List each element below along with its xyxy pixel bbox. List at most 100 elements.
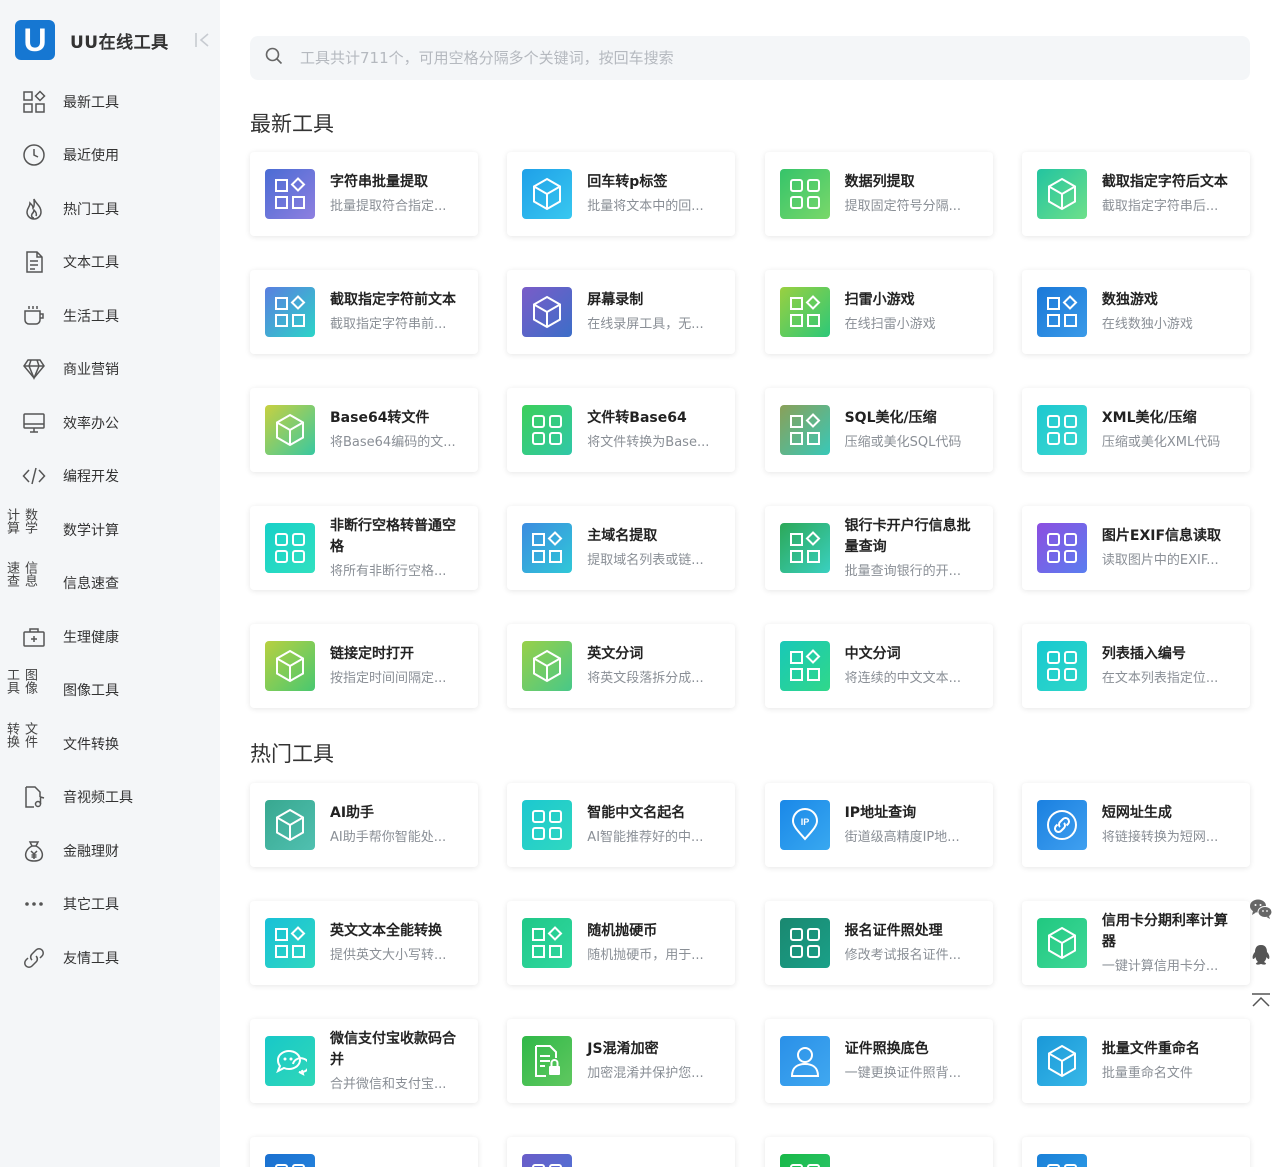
tool-card[interactable]: 随机抛硬币 随机抛硬币，用于... [507,901,736,985]
tool-icon-tile [522,641,573,691]
tool-icon-tile [779,1154,830,1167]
tool-name: 短网址生成 [1101,805,1172,821]
search-input[interactable] [300,49,1200,67]
tool-icon-tile [1036,800,1087,850]
tool-card[interactable]: 主域名提取 提取域名列表或链... [507,506,736,590]
sidebar-item-code[interactable]: 编程开发 [0,450,220,504]
tool-description: 按指定时间间隔定... [330,671,447,686]
tool-card[interactable]: 手机号码归属地批量 [764,1137,993,1167]
tool-description: 加密混淆并保护您... [587,1066,704,1081]
tool-card[interactable]: 智能中文名起名 AI智能推荐好的中... [507,783,736,867]
tool-card[interactable]: 批量文件重命名 批量重命名文件 [1021,1019,1250,1103]
tool-card[interactable]: IP IP地址查询 街道级高精度IP地... [764,783,993,867]
diamond-icon [22,357,46,381]
sidebar-item-more-dots[interactable]: 其它工具 [0,878,220,932]
wechat-button[interactable] [1246,886,1276,932]
tool-info: 非断行空格转普通空格 将所有非断行空格... [330,516,468,581]
tool-card[interactable]: 图片批量压缩 [507,1137,736,1167]
tool-card[interactable]: 扫雷小游戏 在线扫雷小游戏 [764,270,993,354]
sidebar-item-money-bag[interactable]: 金融理财 [0,824,220,878]
brand[interactable]: U UU在线工具 [15,20,169,60]
sidebar-item-medical-kit[interactable]: 生理健康 [0,610,220,664]
tool-card[interactable]: 列表插入编号 在文本列表指定位... [1021,624,1250,708]
tool-card[interactable]: 英文文本全能转换 提供英文大小写转... [250,901,478,985]
grid-icon [788,1162,822,1167]
tool-icon-tile [522,523,573,573]
sidebar-item-math-text[interactable]: 数学计算 数学计算 [0,503,220,557]
tool-card[interactable]: 网络剪贴板 [250,1137,478,1167]
tool-card[interactable]: 截取指定字符前文本 截取指定字符串前... [250,270,478,354]
tool-info: 信用卡分期利率计算器 一键计算信用卡分... [1102,911,1240,976]
tool-card[interactable]: SQL美化/压缩 压缩或美化SQL代码 [764,388,993,472]
tool-card[interactable]: 微信支付宝收款码合并 合并微信和支付宝... [250,1019,478,1103]
grid-icon [1045,531,1079,565]
sidebar-item-info-text[interactable]: 信息速查 信息速查 [0,557,220,611]
tool-name: 文件转Base64 [587,410,687,426]
sidebar-item-file-text[interactable]: 文件转换 文件转换 [0,717,220,771]
tool-icon-tile [779,287,830,337]
tool-icon-tile [1036,287,1087,337]
tool-card[interactable]: 非断行空格转普通空格 将所有非断行空格... [250,506,478,590]
tool-card[interactable]: 屏幕录制 在线录屏工具，无... [507,270,736,354]
tool-icon-tile [265,405,315,455]
grid-icon [1045,413,1079,447]
tool-description: 压缩或美化SQL代码 [844,435,962,450]
tool-card[interactable]: 数独游戏 在线数独小游戏 [1021,270,1250,354]
tool-card[interactable]: 报名证件照处理 修改考试报名证件... [764,901,993,985]
tool-card[interactable]: 证件照换底色 一键更换证件照背... [764,1019,993,1103]
cube-icon [273,808,307,842]
sidebar-item-image-text[interactable]: 图像工具 图像工具 [0,664,220,718]
tool-card[interactable]: 数据列提取 提取固定符号分隔... [764,152,993,236]
grid-diamond-icon [788,649,822,683]
sidebar-item-label: 文本工具 [63,255,119,272]
cube-icon [273,413,307,447]
tool-card[interactable]: JS混淆加密 加密混淆并保护您... [507,1019,736,1103]
tool-card[interactable]: Base64转文件 将Base64编码的文... [250,388,478,472]
tool-card[interactable]: 短网址生成 将链接转换为短网... [1021,783,1250,867]
tool-card[interactable]: 字符串批量提取 批量提取符合指定... [250,152,478,236]
sidebar-item-document[interactable]: 文本工具 [0,236,220,290]
sidebar-item-monitor[interactable]: 效率办公 [0,396,220,450]
tool-info: 微信支付宝收款码合并 合并微信和支付宝... [330,1029,468,1094]
sidebar-item-fire[interactable]: 热门工具 [0,182,220,236]
tool-icon-tile [779,641,830,691]
sidebar-item-music-file[interactable]: 音视频工具 [0,771,220,825]
tool-description: 将Base64编码的文... [330,435,456,450]
back-to-top-button[interactable] [1246,978,1276,1024]
tool-card[interactable]: 银行卡开户行信息批量查询 批量查询银行的开... [764,506,993,590]
tool-card[interactable]: 截取指定字符后文本 截取指定字符串后... [1021,152,1250,236]
tool-info: 英文分词 将英文段落拆分成... [587,644,725,688]
tool-name: 链接定时打开 [330,646,414,662]
tool-card[interactable]: 回车转p标签 批量将文本中的回... [507,152,736,236]
tool-card[interactable]: AI助手 AI助手帮你智能处... [250,783,478,867]
sidebar-item-grid-diamond[interactable]: 最新工具 [0,75,220,129]
tool-info: SQL美化/压缩 压缩或美化SQL代码 [845,408,983,452]
collapse-sidebar-icon[interactable] [194,28,214,52]
file-text-icon: 文件转换 [4,721,37,748]
tool-info: 证件照换底色 一键更换证件照背... [845,1039,983,1083]
monitor-icon [22,411,46,435]
tool-grid-hot: AI助手 AI助手帮你智能处... 智能中文名起名 AI智能推荐好的中... IP IP地… [250,783,1250,1167]
tool-card[interactable]: 链接定时打开按指定时间间隔定... [250,624,478,708]
qq-button[interactable] [1246,932,1276,978]
sidebar-item-diamond[interactable]: 商业营销 [0,343,220,397]
search-bar[interactable] [250,36,1250,80]
tool-card[interactable]: 文件转Base64 将文件转换为Base... [507,388,736,472]
tool-icon-tile [265,1036,315,1086]
sidebar-item-coffee-cup[interactable]: 生活工具 [0,289,220,343]
tool-name: 列表插入编号 [1101,646,1186,662]
tool-info: 中文分词 将连续的中文文本... [845,644,983,688]
tool-description: 压缩或美化XML代码 [1101,435,1221,450]
sidebar-item-label: 编程开发 [63,469,119,486]
tool-card[interactable]: OCR文字识别 [1021,1137,1250,1167]
tool-card[interactable]: 中文分词 将连续的中文文本... [764,624,993,708]
sidebar-item-clock[interactable]: 最近使用 [0,129,220,183]
search-icon [264,46,284,70]
tool-card[interactable]: 英文分词 将英文段落拆分成... [507,624,736,708]
sidebar-item-label: 音视频工具 [63,790,133,807]
tool-card[interactable]: 图片EXIF信息读取 读取图片中的EXIF... [1021,506,1250,590]
tool-card[interactable]: XML美化/压缩 压缩或美化XML代码 [1021,388,1250,472]
tool-description: AI智能推荐好的中... [587,830,704,845]
tool-card[interactable]: 信用卡分期利率计算器 一键计算信用卡分... [1021,901,1250,985]
sidebar-item-link[interactable]: 友情工具 [0,931,220,985]
